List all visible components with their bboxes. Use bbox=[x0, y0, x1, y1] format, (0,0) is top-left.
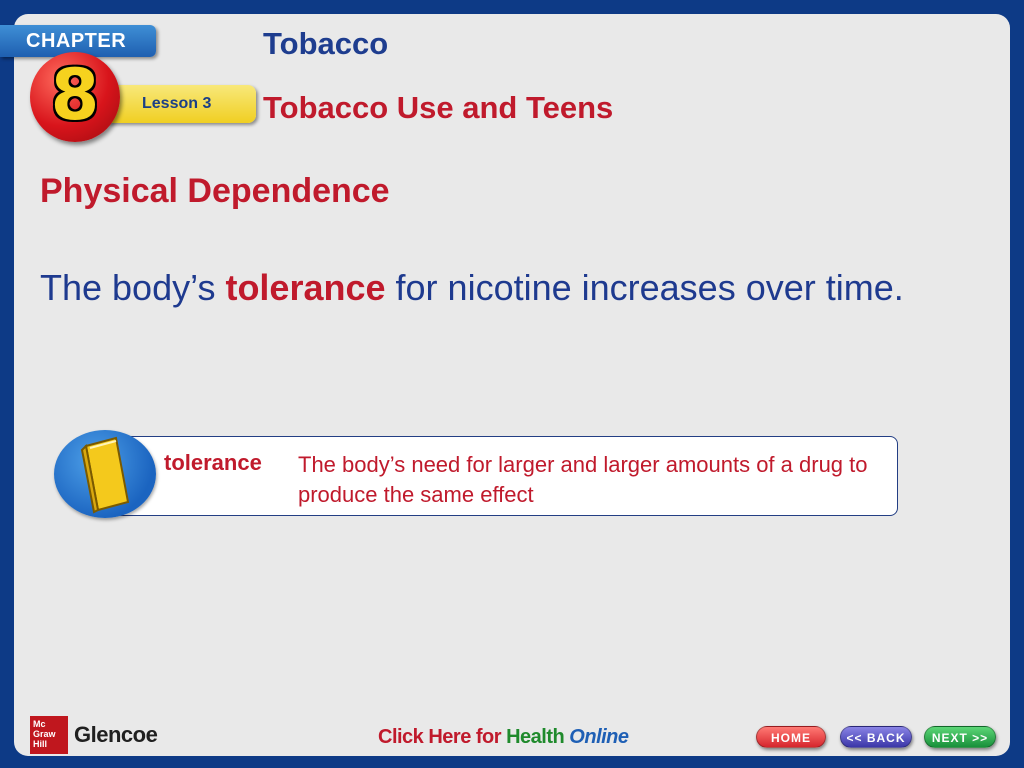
body-keyword: tolerance bbox=[225, 267, 386, 308]
section-heading: Physical Dependence bbox=[40, 172, 390, 210]
body-text: The body’s tolerance for nicotine increa… bbox=[40, 263, 940, 312]
book-icon bbox=[54, 430, 156, 518]
home-button[interactable]: HOME bbox=[756, 726, 826, 748]
chapter-badge: 8 bbox=[30, 52, 120, 142]
health-online-link-part1: Click Here for bbox=[378, 726, 507, 748]
body-text-end: for nicotine increases over time. bbox=[385, 267, 904, 308]
chapter-number: 8 bbox=[50, 54, 100, 136]
body-text-start: The body’s bbox=[40, 267, 226, 308]
vocabulary-definition: The body’s need for larger and larger am… bbox=[298, 452, 868, 507]
page-title: Tobacco bbox=[263, 26, 389, 61]
health-online-link[interactable]: Click Here for Health Online bbox=[378, 726, 629, 749]
health-online-link-part3: Online bbox=[564, 726, 629, 748]
lesson-label: Lesson 3 bbox=[106, 85, 256, 123]
lesson-title: Tobacco Use and Teens bbox=[263, 90, 614, 125]
health-online-link-part2: Health bbox=[506, 726, 565, 748]
publisher-logo: Mc Graw Hill bbox=[30, 716, 68, 754]
publisher-name: Glencoe bbox=[74, 722, 158, 747]
next-button[interactable]: NEXT >> bbox=[924, 726, 996, 748]
vocabulary-term: tolerance bbox=[164, 450, 262, 475]
back-button[interactable]: << BACK bbox=[840, 726, 912, 748]
